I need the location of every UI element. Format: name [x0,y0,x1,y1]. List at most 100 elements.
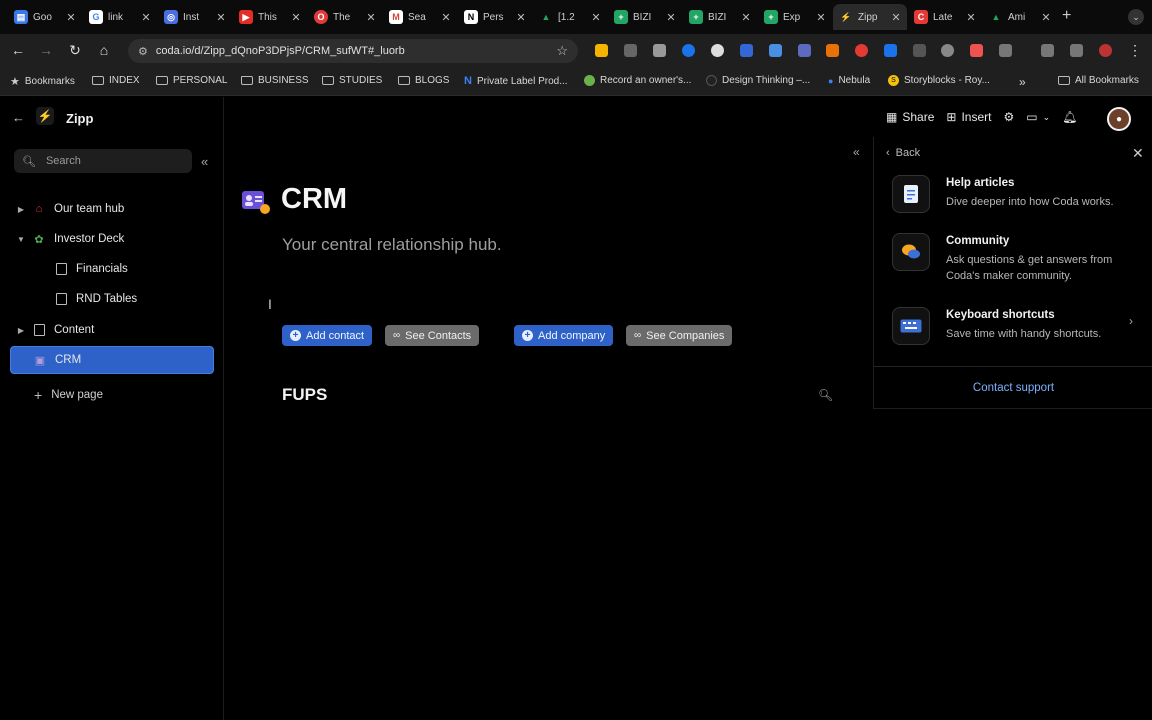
extension-icon[interactable] [884,44,897,57]
collapse-sidebar-icon[interactable]: « [201,154,208,169]
bookmark-item[interactable]: ● Nebula [828,75,870,86]
extension-icon[interactable] [826,44,839,57]
bookmark-folder[interactable]: PERSONAL [156,75,227,86]
caret-right-icon[interactable]: ▶ [10,326,32,335]
address-bar[interactable]: ⚙ coda.io/d/Zipp_dQnoP3DPjsP/CRM_sufWT#_… [128,39,578,63]
extension-icon[interactable] [798,44,811,57]
search-icon[interactable]: 🔍︎ [818,388,833,402]
new-tab-icon[interactable]: + [1062,7,1071,25]
sidebar-item-crm[interactable]: ▣ CRM [10,346,214,374]
home-icon[interactable]: ⌂ [95,42,113,58]
browser-tab[interactable]: ▲ Ami ✕ [983,4,1057,30]
side-panel-icon[interactable] [1070,44,1083,57]
help-articles-item[interactable]: Help articles Dive deeper into how Coda … [892,175,1142,225]
add-company-button[interactable]: + Add company [514,325,614,346]
browser-tab[interactable]: ▶ This ✕ [233,4,307,30]
settings-gear-icon[interactable]: ⚙ [1003,110,1014,124]
close-icon[interactable]: ✕ [816,11,826,24]
browser-tab[interactable]: ▤ Goo ✕ [8,4,82,30]
back-arrow-icon[interactable]: ← [9,42,27,58]
extension-icon[interactable] [682,44,695,57]
keyboard-shortcuts-item[interactable]: Keyboard shortcuts Save time with handy … [892,307,1142,357]
bookmark-folder[interactable]: BLOGS [398,75,449,86]
close-icon[interactable]: ✕ [966,11,976,24]
sidebar-item-content[interactable]: ▶ Content [10,316,214,344]
extension-icon[interactable] [769,44,782,57]
extension-icon[interactable] [970,44,983,57]
bookmark-star-icon[interactable]: ☆ [556,43,568,59]
extension-icon[interactable] [595,44,608,57]
search-input[interactable] [45,155,166,167]
close-icon[interactable]: ✕ [741,11,751,24]
browser-tab[interactable]: ◎ Inst ✕ [158,4,232,30]
close-icon[interactable]: ✕ [141,11,151,24]
close-icon[interactable]: ✕ [891,11,901,24]
bookmark-folder[interactable]: BUSINESS [241,75,309,86]
bookmark-item[interactable]: S Storyblocks - Roy... [888,75,990,86]
sidebar-item-financials[interactable]: Financials [10,255,214,283]
extension-icon[interactable] [653,44,666,57]
tab-search-icon[interactable]: ⌄ [1128,9,1144,25]
help-back-button[interactable]: ‹ Back [886,147,920,159]
extension-icon[interactable] [624,44,637,57]
browser-tab[interactable]: O The ✕ [308,4,382,30]
collapse-panel-icon[interactable]: « [853,145,860,159]
close-icon[interactable]: ✕ [291,11,301,24]
close-icon[interactable]: ✕ [441,11,451,24]
bookmark-folder[interactable]: STUDIES [322,75,382,86]
all-bookmarks[interactable]: All Bookmarks [1058,75,1139,86]
bookmark-item[interactable]: ★ Bookmarks [10,75,75,88]
extension-icon[interactable] [740,44,753,57]
close-icon[interactable]: ✕ [666,11,676,24]
browser-tab[interactable]: + Exp ✕ [758,4,832,30]
add-contact-button[interactable]: + Add contact [282,325,373,346]
close-icon[interactable]: ✕ [591,11,601,24]
profile-avatar-icon[interactable] [1099,44,1112,57]
close-icon[interactable]: ✕ [1132,145,1144,162]
site-settings-icon[interactable]: ⚙ [138,45,148,58]
close-icon[interactable]: ✕ [1041,11,1051,24]
url-text[interactable]: coda.io/d/Zipp_dQnoP3DPjsP/CRM_sufWT#_lu… [156,45,548,57]
caret-down-icon[interactable]: ▼ [10,235,32,244]
extension-icon[interactable] [941,44,954,57]
caret-right-icon[interactable]: ▶ [10,205,32,214]
extension-icon[interactable] [913,44,926,57]
bookmark-item[interactable]: Record an owner's... [584,75,691,86]
contact-support-link[interactable]: Contact support [874,382,1152,394]
insert-button[interactable]: ⊞ Insert [946,110,991,124]
sidebar-item-rnd-tables[interactable]: RND Tables [10,285,214,313]
bell-icon[interactable]: 🔔︎ [1062,110,1077,124]
extension-icon[interactable] [711,44,724,57]
browser-tab[interactable]: G link ✕ [83,4,157,30]
community-item[interactable]: Community Ask questions & get answers fr… [892,233,1142,283]
close-icon[interactable]: ✕ [366,11,376,24]
user-avatar[interactable]: ● [1107,107,1131,131]
browser-tab[interactable]: + BIZI ✕ [683,4,757,30]
bookmark-item[interactable]: Design Thinking –... [706,75,810,86]
more-bookmarks-icon[interactable]: » [1019,75,1026,89]
puzzle-icon[interactable] [999,44,1012,57]
browser-tab[interactable]: ▲ [1.2 ✕ [533,4,607,30]
browser-tab[interactable]: C Late ✕ [908,4,982,30]
forward-arrow-icon[interactable]: → [37,42,55,58]
browser-tab[interactable]: N Pers ✕ [458,4,532,30]
browser-tab-active[interactable]: ⚡ Zipp ✕ [833,4,907,30]
browser-tab[interactable]: + BIZI ✕ [608,4,682,30]
see-contacts-button[interactable]: ∞ See Contacts [385,325,480,346]
browser-tab[interactable]: M Sea ✕ [383,4,457,30]
sidebar-item-investor-deck[interactable]: ▼ ✿ Investor Deck [10,225,214,253]
new-page-button[interactable]: + New page [34,387,103,403]
close-icon[interactable]: ✕ [516,11,526,24]
media-icon[interactable] [1041,44,1054,57]
see-companies-button[interactable]: ∞ See Companies [626,325,733,346]
bookmark-folder[interactable]: INDEX [92,75,140,86]
kebab-menu-icon[interactable]: ⋮ [1126,42,1144,59]
back-arrow-icon[interactable]: ← [12,110,25,125]
extension-icon[interactable] [855,44,868,57]
doc-logo-icon[interactable]: ⚡ [36,107,54,125]
share-button[interactable]: ▦ Share [886,110,934,124]
sidebar-item-our-team-hub[interactable]: ▶ ⌂ Our team hub [10,195,214,223]
bookmark-item[interactable]: N Private Label Prod... [464,75,568,87]
doc-title[interactable]: Zipp [66,111,93,126]
close-icon[interactable]: ✕ [216,11,226,24]
